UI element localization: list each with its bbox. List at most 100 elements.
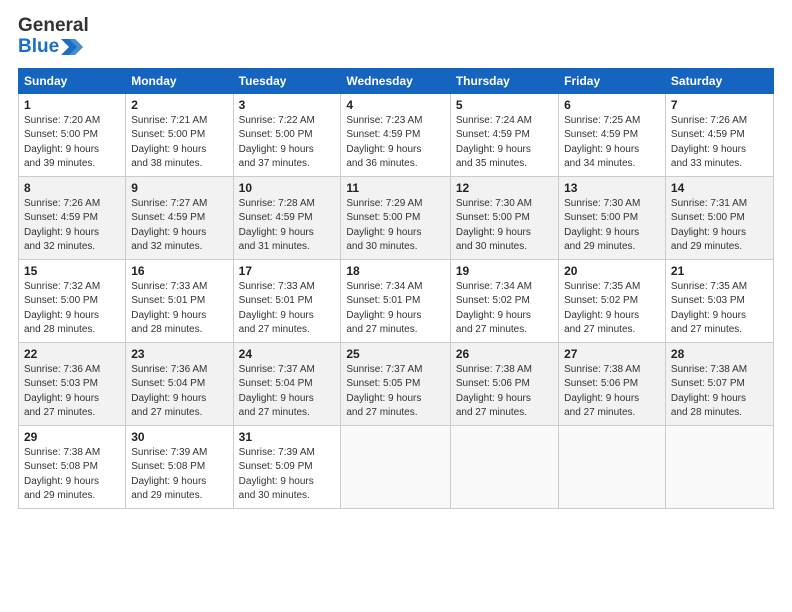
logo-general: General <box>18 16 89 37</box>
calendar-cell: 10 Sunrise: 7:28 AM Sunset: 4:59 PM Dayli… <box>233 176 341 259</box>
day-number: 21 <box>671 264 768 278</box>
page: General Blue SundayMondayTuesdayWednesda… <box>0 0 792 612</box>
calendar-cell: 22 Sunrise: 7:36 AM Sunset: 5:03 PM Dayli… <box>19 342 126 425</box>
day-number: 9 <box>131 181 227 195</box>
day-info: Sunrise: 7:29 AM Sunset: 5:00 PM Dayligh… <box>346 197 445 255</box>
calendar-cell: 13 Sunrise: 7:30 AM Sunset: 5:00 PM Dayli… <box>559 176 666 259</box>
day-number: 18 <box>346 264 445 278</box>
calendar-cell: 14 Sunrise: 7:31 AM Sunset: 5:00 PM Dayli… <box>665 176 773 259</box>
weekday-header-monday: Monday <box>126 68 233 93</box>
logo-container: General Blue <box>18 16 89 58</box>
week-row-5: 29Sunrise: 7:38 AM Sunset: 5:08 PM Dayli… <box>19 425 774 508</box>
calendar-cell: 19Sunrise: 7:34 AM Sunset: 5:02 PM Dayli… <box>450 259 558 342</box>
day-info: Sunrise: 7:35 AM Sunset: 5:02 PM Dayligh… <box>564 280 660 338</box>
day-info: Sunrise: 7:38 AM Sunset: 5:06 PM Dayligh… <box>564 363 660 421</box>
week-row-1: 1Sunrise: 7:20 AM Sunset: 5:00 PM Daylig… <box>19 93 774 176</box>
day-number: 6 <box>564 98 660 112</box>
day-number: 13 <box>564 181 660 195</box>
calendar-cell: 6Sunrise: 7:25 AM Sunset: 4:59 PM Daylig… <box>559 93 666 176</box>
day-number: 15 <box>24 264 120 278</box>
calendar-cell: 23 Sunrise: 7:36 AM Sunset: 5:04 PM Dayli… <box>126 342 233 425</box>
day-number: 11 <box>346 181 445 195</box>
week-row-3: 15 Sunrise: 7:32 AM Sunset: 5:00 PM Dayli… <box>19 259 774 342</box>
day-info: Sunrise: 7:34 AM Sunset: 5:01 PM Dayligh… <box>346 280 445 338</box>
day-info: Sunrise: 7:30 AM Sunset: 5:00 PM Dayligh… <box>564 197 660 255</box>
day-info: Sunrise: 7:23 AM Sunset: 4:59 PM Dayligh… <box>346 114 445 172</box>
calendar-cell: 26Sunrise: 7:38 AM Sunset: 5:06 PM Dayli… <box>450 342 558 425</box>
day-info: Sunrise: 7:38 AM Sunset: 5:07 PM Dayligh… <box>671 363 768 421</box>
calendar-cell: 7Sunrise: 7:26 AM Sunset: 4:59 PM Daylig… <box>665 93 773 176</box>
day-info: Sunrise: 7:36 AM Sunset: 5:04 PM Dayligh… <box>131 363 227 421</box>
day-number: 26 <box>456 347 553 361</box>
day-info: Sunrise: 7:32 AM Sunset: 5:00 PM Dayligh… <box>24 280 120 338</box>
calendar-cell: 11 Sunrise: 7:29 AM Sunset: 5:00 PM Dayli… <box>341 176 451 259</box>
calendar-cell: 4 Sunrise: 7:23 AM Sunset: 4:59 PM Daylig… <box>341 93 451 176</box>
calendar-cell <box>450 425 558 508</box>
weekday-header-wednesday: Wednesday <box>341 68 451 93</box>
weekday-header-sunday: Sunday <box>19 68 126 93</box>
calendar-cell: 5 Sunrise: 7:24 AM Sunset: 4:59 PM Daylig… <box>450 93 558 176</box>
day-info: Sunrise: 7:39 AM Sunset: 5:08 PM Dayligh… <box>131 446 227 504</box>
weekday-header-tuesday: Tuesday <box>233 68 341 93</box>
day-info: Sunrise: 7:27 AM Sunset: 4:59 PM Dayligh… <box>131 197 227 255</box>
calendar-cell: 31 Sunrise: 7:39 AM Sunset: 5:09 PM Dayli… <box>233 425 341 508</box>
day-info: Sunrise: 7:26 AM Sunset: 4:59 PM Dayligh… <box>24 197 120 255</box>
day-number: 12 <box>456 181 553 195</box>
calendar-cell: 28Sunrise: 7:38 AM Sunset: 5:07 PM Dayli… <box>665 342 773 425</box>
day-info: Sunrise: 7:39 AM Sunset: 5:09 PM Dayligh… <box>239 446 336 504</box>
day-number: 27 <box>564 347 660 361</box>
day-number: 20 <box>564 264 660 278</box>
day-number: 7 <box>671 98 768 112</box>
calendar-cell: 8 Sunrise: 7:26 AM Sunset: 4:59 PM Daylig… <box>19 176 126 259</box>
logo-arrow-icon <box>61 39 83 55</box>
day-info: Sunrise: 7:24 AM Sunset: 4:59 PM Dayligh… <box>456 114 553 172</box>
calendar-cell: 17Sunrise: 7:33 AM Sunset: 5:01 PM Dayli… <box>233 259 341 342</box>
logo-text-block: General Blue <box>18 16 89 58</box>
calendar-cell <box>559 425 666 508</box>
day-number: 31 <box>239 430 336 444</box>
day-number: 8 <box>24 181 120 195</box>
logo: General Blue <box>18 16 89 58</box>
header: General Blue <box>18 16 774 58</box>
day-number: 22 <box>24 347 120 361</box>
day-info: Sunrise: 7:31 AM Sunset: 5:00 PM Dayligh… <box>671 197 768 255</box>
calendar-cell: 12 Sunrise: 7:30 AM Sunset: 5:00 PM Dayli… <box>450 176 558 259</box>
day-info: Sunrise: 7:37 AM Sunset: 5:04 PM Dayligh… <box>239 363 336 421</box>
day-info: Sunrise: 7:21 AM Sunset: 5:00 PM Dayligh… <box>131 114 227 172</box>
day-info: Sunrise: 7:38 AM Sunset: 5:08 PM Dayligh… <box>24 446 120 504</box>
calendar-cell: 29Sunrise: 7:38 AM Sunset: 5:08 PM Dayli… <box>19 425 126 508</box>
day-info: Sunrise: 7:33 AM Sunset: 5:01 PM Dayligh… <box>131 280 227 338</box>
week-row-2: 8 Sunrise: 7:26 AM Sunset: 4:59 PM Daylig… <box>19 176 774 259</box>
day-number: 2 <box>131 98 227 112</box>
day-number: 10 <box>239 181 336 195</box>
day-number: 5 <box>456 98 553 112</box>
calendar-cell: 16Sunrise: 7:33 AM Sunset: 5:01 PM Dayli… <box>126 259 233 342</box>
calendar-cell <box>665 425 773 508</box>
logo-blue: Blue <box>18 37 59 58</box>
day-info: Sunrise: 7:35 AM Sunset: 5:03 PM Dayligh… <box>671 280 768 338</box>
day-number: 23 <box>131 347 227 361</box>
calendar-cell: 15 Sunrise: 7:32 AM Sunset: 5:00 PM Dayli… <box>19 259 126 342</box>
weekday-header-thursday: Thursday <box>450 68 558 93</box>
calendar-table: SundayMondayTuesdayWednesdayThursdayFrid… <box>18 68 774 509</box>
calendar-cell: 2 Sunrise: 7:21 AM Sunset: 5:00 PM Daylig… <box>126 93 233 176</box>
day-info: Sunrise: 7:20 AM Sunset: 5:00 PM Dayligh… <box>24 114 120 172</box>
day-info: Sunrise: 7:33 AM Sunset: 5:01 PM Dayligh… <box>239 280 336 338</box>
calendar-cell: 9 Sunrise: 7:27 AM Sunset: 4:59 PM Daylig… <box>126 176 233 259</box>
weekday-header-saturday: Saturday <box>665 68 773 93</box>
calendar-cell: 25 Sunrise: 7:37 AM Sunset: 5:05 PM Dayli… <box>341 342 451 425</box>
day-info: Sunrise: 7:36 AM Sunset: 5:03 PM Dayligh… <box>24 363 120 421</box>
day-info: Sunrise: 7:30 AM Sunset: 5:00 PM Dayligh… <box>456 197 553 255</box>
calendar-cell <box>341 425 451 508</box>
day-number: 3 <box>239 98 336 112</box>
weekday-header-row: SundayMondayTuesdayWednesdayThursdayFrid… <box>19 68 774 93</box>
day-number: 14 <box>671 181 768 195</box>
calendar-cell: 20 Sunrise: 7:35 AM Sunset: 5:02 PM Dayli… <box>559 259 666 342</box>
calendar-cell: 21 Sunrise: 7:35 AM Sunset: 5:03 PM Dayli… <box>665 259 773 342</box>
day-number: 25 <box>346 347 445 361</box>
day-number: 4 <box>346 98 445 112</box>
calendar-cell: 30Sunrise: 7:39 AM Sunset: 5:08 PM Dayli… <box>126 425 233 508</box>
calendar-cell: 1Sunrise: 7:20 AM Sunset: 5:00 PM Daylig… <box>19 93 126 176</box>
day-info: Sunrise: 7:28 AM Sunset: 4:59 PM Dayligh… <box>239 197 336 255</box>
day-info: Sunrise: 7:37 AM Sunset: 5:05 PM Dayligh… <box>346 363 445 421</box>
